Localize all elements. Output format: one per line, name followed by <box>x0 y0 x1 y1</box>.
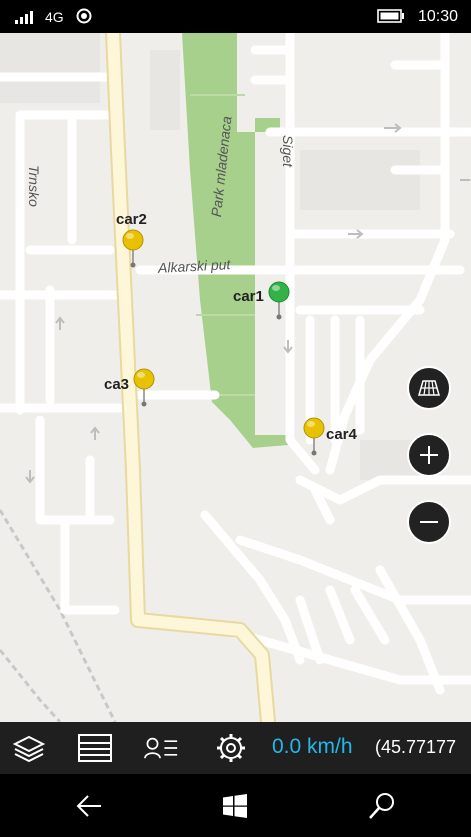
navigation-bar <box>0 774 471 837</box>
network-type: 4G <box>45 9 64 25</box>
car1-label: car1 <box>233 288 264 305</box>
battery-icon <box>377 9 404 23</box>
settings-icon <box>217 734 245 762</box>
map-base <box>0 33 471 722</box>
start-button[interactable] <box>220 792 250 820</box>
car4-label: car4 <box>326 426 357 443</box>
ca3-marker[interactable] <box>132 367 156 407</box>
list-button[interactable] <box>78 732 112 764</box>
settings-button[interactable] <box>214 732 248 764</box>
map-label-siget: Siget <box>280 135 296 167</box>
car2-marker[interactable] <box>121 228 145 268</box>
app-bar: 0.0 km/h (45.77177 <box>0 722 471 774</box>
user-list-icon <box>144 737 178 759</box>
search-button[interactable] <box>367 792 397 820</box>
map-view[interactable]: Trnsko Park mladenaca Siget Alkarski put… <box>0 33 471 722</box>
speed-readout: 0.0 km/h <box>272 735 353 758</box>
map-mode-button[interactable] <box>407 366 451 410</box>
car4-marker[interactable] <box>302 416 326 456</box>
zoom-in-button[interactable] <box>407 433 451 477</box>
clock: 10:30 <box>418 8 459 25</box>
search-icon <box>369 793 394 819</box>
car1-marker[interactable] <box>267 280 291 320</box>
signal-icon <box>15 11 33 24</box>
zoom-out-icon <box>420 521 438 523</box>
zoom-out-button[interactable] <box>407 500 451 544</box>
location-icon <box>76 8 92 24</box>
zoom-in-icon <box>420 446 438 464</box>
layers-button[interactable] <box>12 732 46 764</box>
map-label-trnsko: Trnsko <box>26 165 42 207</box>
ca3-label: ca3 <box>104 376 130 393</box>
back-button[interactable] <box>74 792 104 820</box>
layers-icon <box>13 735 45 762</box>
user-list-button[interactable] <box>144 732 178 764</box>
back-icon <box>76 795 101 817</box>
status-bar: 4G 10:30 <box>0 0 471 33</box>
coordinates-readout: (45.77177 <box>375 737 457 757</box>
car2-label: car2 <box>116 211 147 228</box>
map-mode-icon <box>418 380 440 396</box>
list-icon <box>78 734 112 762</box>
windows-icon <box>223 794 247 818</box>
